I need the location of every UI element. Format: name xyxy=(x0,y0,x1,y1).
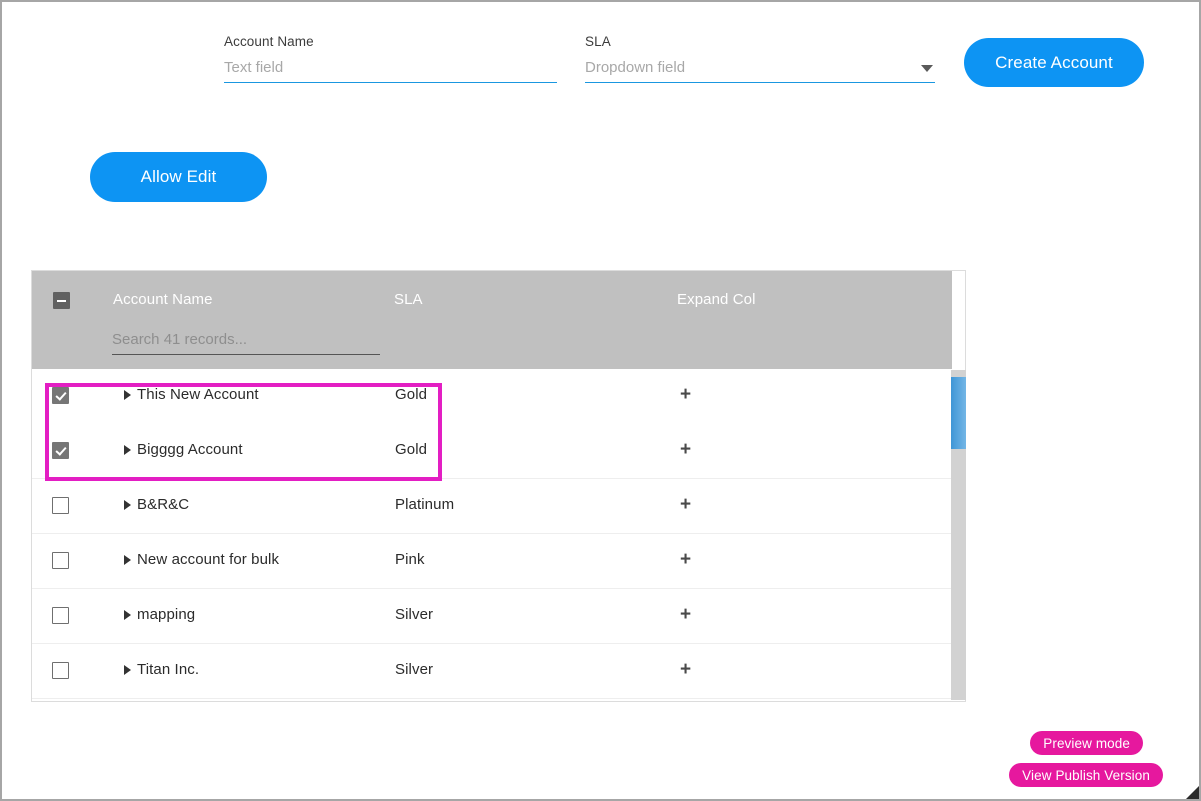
table-search-box xyxy=(112,331,380,355)
caret-right-icon[interactable] xyxy=(124,555,131,565)
plus-icon[interactable]: + xyxy=(680,385,691,404)
cell-sla: Gold xyxy=(395,441,428,458)
plus-icon[interactable]: + xyxy=(680,550,691,569)
cell-account-name: Titan Inc. xyxy=(137,661,200,678)
view-publish-version-badge[interactable]: View Publish Version xyxy=(1009,763,1163,787)
account-name-input[interactable] xyxy=(224,59,557,83)
caret-right-icon[interactable] xyxy=(124,610,131,620)
plus-icon[interactable]: + xyxy=(680,605,691,624)
chevron-down-icon[interactable] xyxy=(921,65,933,72)
create-account-form: Account Name SLA Create Account xyxy=(2,2,1199,112)
table-scrollbar-track[interactable] xyxy=(951,370,966,700)
select-all-checkbox[interactable] xyxy=(53,292,70,309)
accounts-table: Account Name SLA Expand Col This New Acc… xyxy=(31,270,966,702)
app-page: Account Name SLA Create Account Allow Ed… xyxy=(0,0,1201,801)
resize-handle-icon[interactable] xyxy=(1186,786,1199,799)
preview-mode-badge[interactable]: Preview mode xyxy=(1030,731,1143,755)
plus-icon[interactable]: + xyxy=(680,495,691,514)
column-header-account-name[interactable]: Account Name xyxy=(113,291,213,308)
sla-field-group: SLA xyxy=(585,34,935,83)
sla-dropdown-input[interactable] xyxy=(585,59,935,83)
cell-sla: Platinum xyxy=(395,496,455,513)
plus-icon[interactable]: + xyxy=(680,440,691,459)
table-row[interactable]: B&R&C Platinum + xyxy=(32,479,952,534)
caret-right-icon[interactable] xyxy=(124,500,131,510)
cell-sla: Pink xyxy=(395,551,425,568)
table-row[interactable]: New account for bulk Pink + xyxy=(32,534,952,589)
cell-account-name: B&R&C xyxy=(137,496,190,513)
column-header-expand-col[interactable]: Expand Col xyxy=(677,291,756,308)
sla-label: SLA xyxy=(585,34,611,49)
row-checkbox[interactable] xyxy=(52,552,69,569)
cell-sla: Gold xyxy=(395,386,428,403)
table-body: This New Account Gold + Bigggg Account G… xyxy=(32,369,952,699)
row-checkbox[interactable] xyxy=(52,442,69,459)
row-checkbox[interactable] xyxy=(52,497,69,514)
cell-sla: Silver xyxy=(395,661,434,678)
cell-account-name: New account for bulk xyxy=(137,551,280,568)
table-row[interactable]: mapping Silver + xyxy=(32,589,952,644)
table-scrollbar-thumb[interactable] xyxy=(951,377,966,449)
create-account-button[interactable]: Create Account xyxy=(964,38,1144,87)
cell-account-name: mapping xyxy=(137,606,196,623)
cell-account-name: This New Account xyxy=(137,386,259,403)
table-row[interactable]: This New Account Gold + xyxy=(32,369,952,424)
account-name-label: Account Name xyxy=(224,34,314,49)
search-input[interactable] xyxy=(112,331,380,355)
row-checkbox[interactable] xyxy=(52,387,69,404)
row-checkbox[interactable] xyxy=(52,662,69,679)
table-row[interactable]: Bigggg Account Gold + xyxy=(32,424,952,479)
table-header: Account Name SLA Expand Col xyxy=(32,271,952,369)
sla-dropdown-wrap xyxy=(585,59,935,83)
caret-right-icon[interactable] xyxy=(124,445,131,455)
allow-edit-button[interactable]: Allow Edit xyxy=(90,152,267,202)
cell-account-name: Bigggg Account xyxy=(137,441,243,458)
caret-right-icon[interactable] xyxy=(124,665,131,675)
column-header-sla[interactable]: SLA xyxy=(394,291,423,308)
account-name-field-group: Account Name xyxy=(224,34,557,83)
plus-icon[interactable]: + xyxy=(680,660,691,679)
caret-right-icon[interactable] xyxy=(124,390,131,400)
cell-sla: Silver xyxy=(395,606,434,623)
table-row[interactable]: Titan Inc. Silver + xyxy=(32,644,952,699)
row-checkbox[interactable] xyxy=(52,607,69,624)
